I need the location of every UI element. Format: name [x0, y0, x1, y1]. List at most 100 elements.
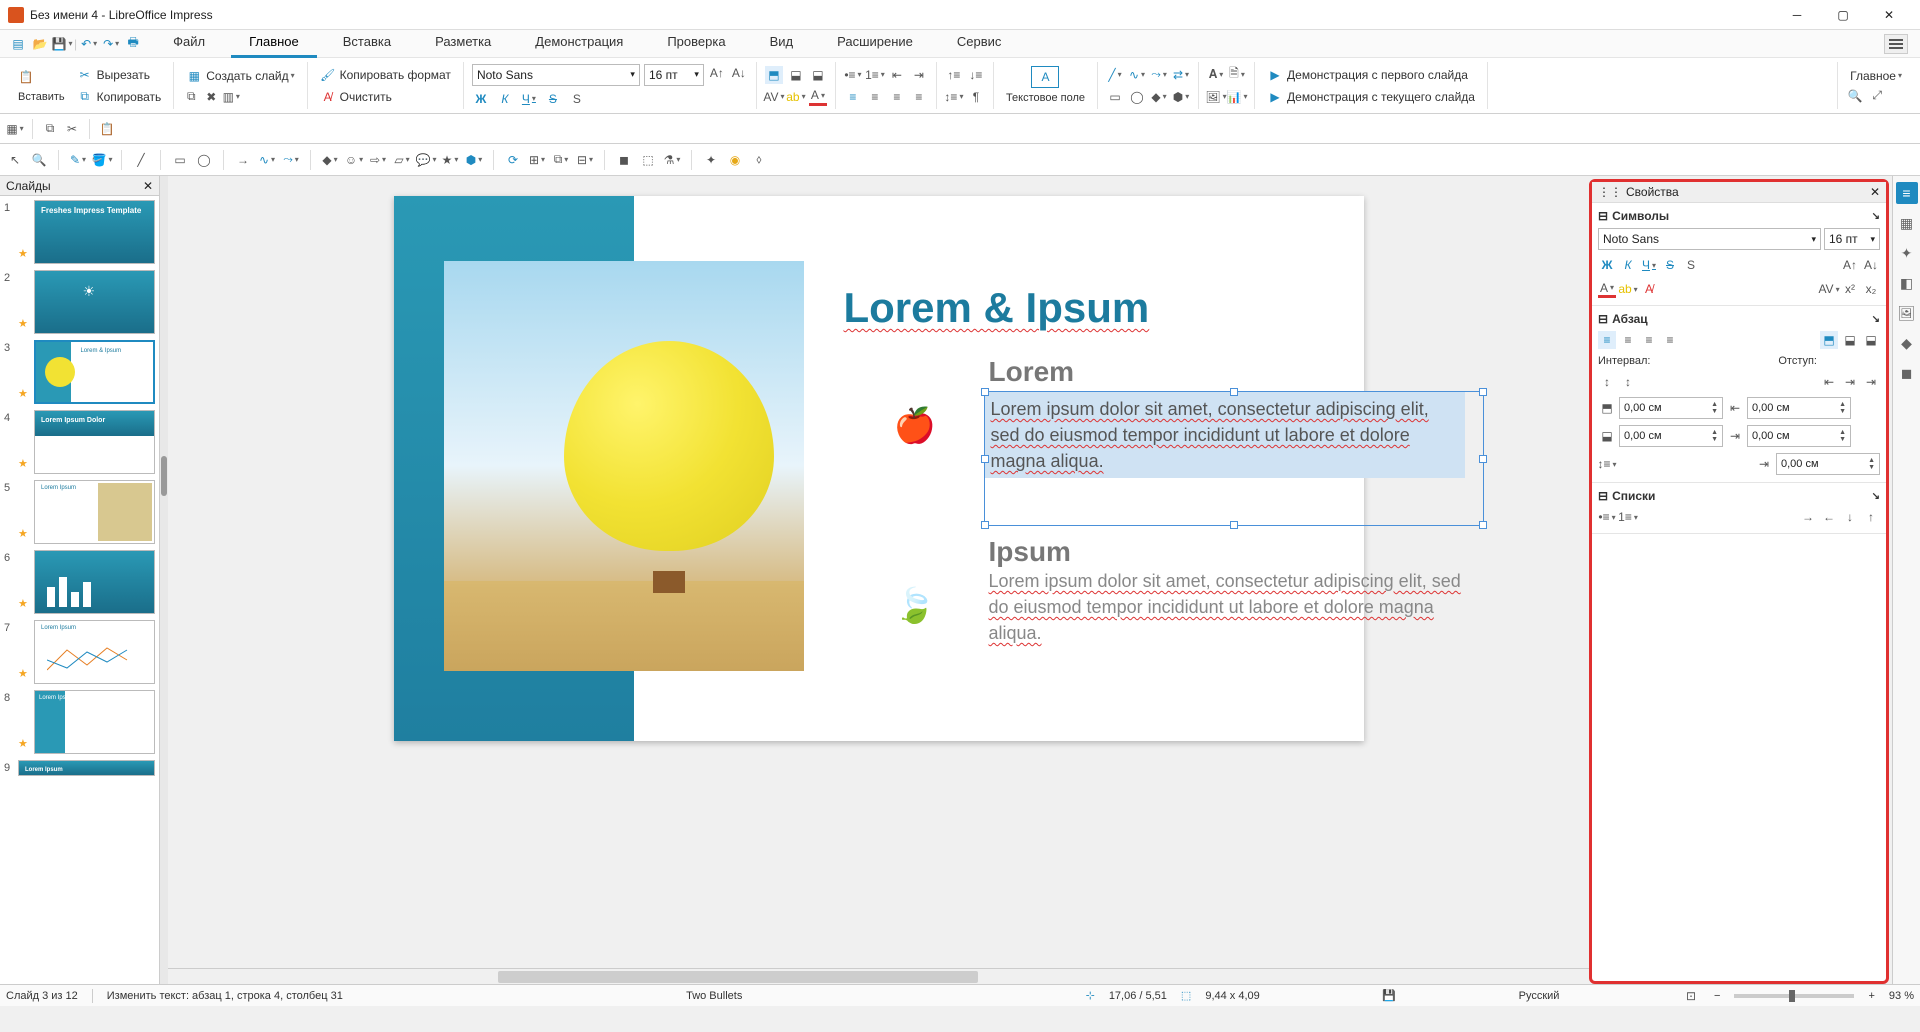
copy-button[interactable]: ⧉Копировать — [73, 87, 166, 107]
callouts-icon[interactable]: 💬 — [417, 151, 435, 169]
star-icon[interactable]: ★ — [18, 317, 30, 330]
shapes-tool-icon[interactable]: ◆ — [1150, 88, 1168, 106]
indent-right-input[interactable]: 0,00 см▲▼ — [1747, 425, 1851, 447]
menu-file[interactable]: Файл — [155, 30, 223, 57]
star-icon[interactable]: ★ — [18, 597, 30, 610]
save-icon[interactable]: 💾 — [52, 34, 72, 54]
prop-moveup-icon[interactable]: ↑ — [1862, 508, 1880, 526]
indent-left-icon[interactable]: ⇤ — [1726, 399, 1744, 417]
inc-space-before-icon[interactable]: ↕ — [1598, 373, 1616, 391]
star-icon[interactable]: ★ — [18, 737, 30, 750]
menu-hamburger[interactable] — [1884, 34, 1908, 54]
h-scrollbar[interactable] — [168, 968, 1589, 984]
para-spacing-icon[interactable]: ¶ — [967, 88, 985, 106]
star-icon[interactable]: ★ — [18, 527, 30, 540]
draw-connector-icon[interactable]: ⤳ — [282, 151, 300, 169]
save-status-icon[interactable]: 💾 — [1382, 989, 1396, 1002]
symbols-section-header[interactable]: ⊟Символы↘ — [1598, 207, 1880, 225]
slide-cut-icon[interactable]: ✂ — [63, 120, 81, 138]
line-spacing-dd-icon[interactable]: ↕≡ — [1598, 455, 1616, 473]
points-icon[interactable]: ✦ — [702, 151, 720, 169]
minimize-button[interactable]: ─ — [1774, 0, 1820, 30]
zoom-tool-icon[interactable]: 🔍 — [30, 151, 48, 169]
spacing-icon[interactable]: AV — [765, 88, 783, 106]
prop-align-right-icon[interactable]: ≡ — [1640, 331, 1658, 349]
slide-thumb-8[interactable]: 8 ★ Lorem Ipsum — [4, 690, 155, 754]
textbox-label[interactable]: Текстовое поле — [1002, 90, 1089, 106]
slide-copy-icon[interactable]: ⧉ — [41, 120, 59, 138]
first-line-indent-input[interactable]: 0,00 см▲▼ — [1776, 453, 1880, 475]
indent-left-input[interactable]: 0,00 см▲▼ — [1747, 397, 1851, 419]
menu-demo[interactable]: Демонстрация — [517, 30, 641, 57]
dec-space-before-icon[interactable]: ↕ — [1619, 373, 1637, 391]
media-icon[interactable]: 🖼 — [1207, 88, 1225, 106]
align-bot-icon[interactable]: ⬓ — [809, 66, 827, 84]
prop-underline-icon[interactable]: Ч — [1640, 256, 1658, 274]
fit-page-icon[interactable]: ⊡ — [1682, 987, 1700, 1005]
move-up-icon[interactable]: ↑≡ — [945, 66, 963, 84]
lists-section-header[interactable]: ⊟Списки↘ — [1598, 487, 1880, 505]
prop-font-name-input[interactable]: Noto Sans▾ — [1598, 228, 1821, 250]
tab-animation[interactable]: ✦ — [1896, 242, 1918, 264]
slide-thumb-9[interactable]: 9 Lorem Ipsum — [4, 760, 155, 776]
status-layout[interactable]: Two Bullets — [686, 990, 742, 1002]
slide-thumb-7[interactable]: 7 ★ Lorem Ipsum — [4, 620, 155, 684]
underline-icon[interactable]: Ч — [520, 90, 538, 108]
fontwork-icon[interactable]: 𝐀 — [1207, 66, 1225, 84]
font-name-input[interactable]: Noto Sans▾ — [472, 64, 640, 86]
menu-view[interactable]: Вид — [752, 30, 812, 57]
distribute-icon[interactable]: ⊟ — [576, 151, 594, 169]
indent-right-icon[interactable]: ⇥ — [1726, 427, 1744, 445]
menu-extension[interactable]: Расширение — [819, 30, 931, 57]
menu-layout[interactable]: Разметка — [417, 30, 509, 57]
prop-font-color-icon[interactable]: A — [1598, 280, 1616, 298]
prop-grow-icon[interactable]: A↑ — [1841, 256, 1859, 274]
highlight-icon[interactable]: ab — [787, 88, 805, 106]
shrink-font-icon[interactable]: A↓ — [730, 64, 748, 82]
prop-font-size-input[interactable]: 16 пт▾ — [1824, 228, 1880, 250]
first-line-indent-icon[interactable]: ⇥ — [1755, 455, 1773, 473]
section1-body[interactable]: Lorem ipsum dolor sit amet, consectetur … — [985, 392, 1465, 478]
zoom-slider[interactable] — [1734, 994, 1854, 998]
slide-thumb-2[interactable]: 2 ★ ☀ — [4, 270, 155, 334]
layout-slide-icon[interactable]: ▥ — [222, 88, 240, 106]
font-size-input[interactable]: 16 пт▾ — [644, 64, 704, 86]
dup-slide-icon[interactable]: ⧉ — [182, 88, 200, 106]
prop-sub-icon[interactable]: x₂ — [1862, 280, 1880, 298]
inc-indent-icon[interactable]: ⇤ — [1820, 373, 1838, 391]
star-icon[interactable]: ★ — [18, 247, 30, 260]
tab-master[interactable]: ◧ — [1896, 272, 1918, 294]
space-above-icon[interactable]: ⬒ — [1598, 399, 1616, 417]
draw-line-icon[interactable]: ╱ — [132, 151, 150, 169]
star-icon[interactable]: ★ — [18, 387, 30, 400]
ellipse-tool-icon[interactable]: ◯ — [1128, 88, 1146, 106]
tab-shapes[interactable]: ◼ — [1896, 362, 1918, 384]
zoom-in-icon[interactable]: + — [1868, 990, 1874, 1002]
prop-bullets-icon[interactable]: •≡ — [1598, 508, 1616, 526]
menu-review[interactable]: Проверка — [649, 30, 743, 57]
line-spacing-icon[interactable]: ↕≡ — [945, 88, 963, 106]
slide-title-text[interactable]: Lorem & Ipsum — [844, 284, 1150, 332]
shadow-icon[interactable]: S — [568, 90, 586, 108]
stars-icon[interactable]: ★ — [441, 151, 459, 169]
properties-close-icon[interactable]: ✕ — [1870, 185, 1880, 199]
3d-tool-icon[interactable]: ⬢ — [1172, 88, 1190, 106]
basic-shapes-icon[interactable]: ◆ — [321, 151, 339, 169]
zoom-dlg-icon[interactable]: ⤢ — [1868, 87, 1886, 105]
new-doc-icon[interactable]: ▤ — [8, 34, 28, 54]
tab-properties[interactable]: ≡ — [1896, 182, 1918, 204]
zoom-out-icon[interactable]: − — [1714, 990, 1720, 1002]
main-dropdown[interactable]: Главное▾ — [1846, 67, 1906, 85]
rotate-icon[interactable]: ⟳ — [504, 151, 522, 169]
dec-indent-icon[interactable]: ⇥ — [1841, 373, 1859, 391]
del-slide-icon[interactable]: ✖ — [202, 88, 220, 106]
tab-slide-transition[interactable]: ▦ — [1896, 212, 1918, 234]
hanging-indent-icon[interactable]: ⇥ — [1862, 373, 1880, 391]
redo-icon[interactable]: ↷ — [101, 34, 121, 54]
select-tool-icon[interactable]: ↖ — [6, 151, 24, 169]
block-arrows-icon[interactable]: ⇨ — [369, 151, 387, 169]
flowchart-icon[interactable]: ▱ — [393, 151, 411, 169]
bold-icon[interactable]: Ж — [472, 90, 490, 108]
canvas-scroll[interactable]: Lorem & Ipsum 🍎 Lorem Lorem ipsum dolor … — [168, 176, 1589, 968]
draw-rect-icon[interactable]: ▭ — [171, 151, 189, 169]
